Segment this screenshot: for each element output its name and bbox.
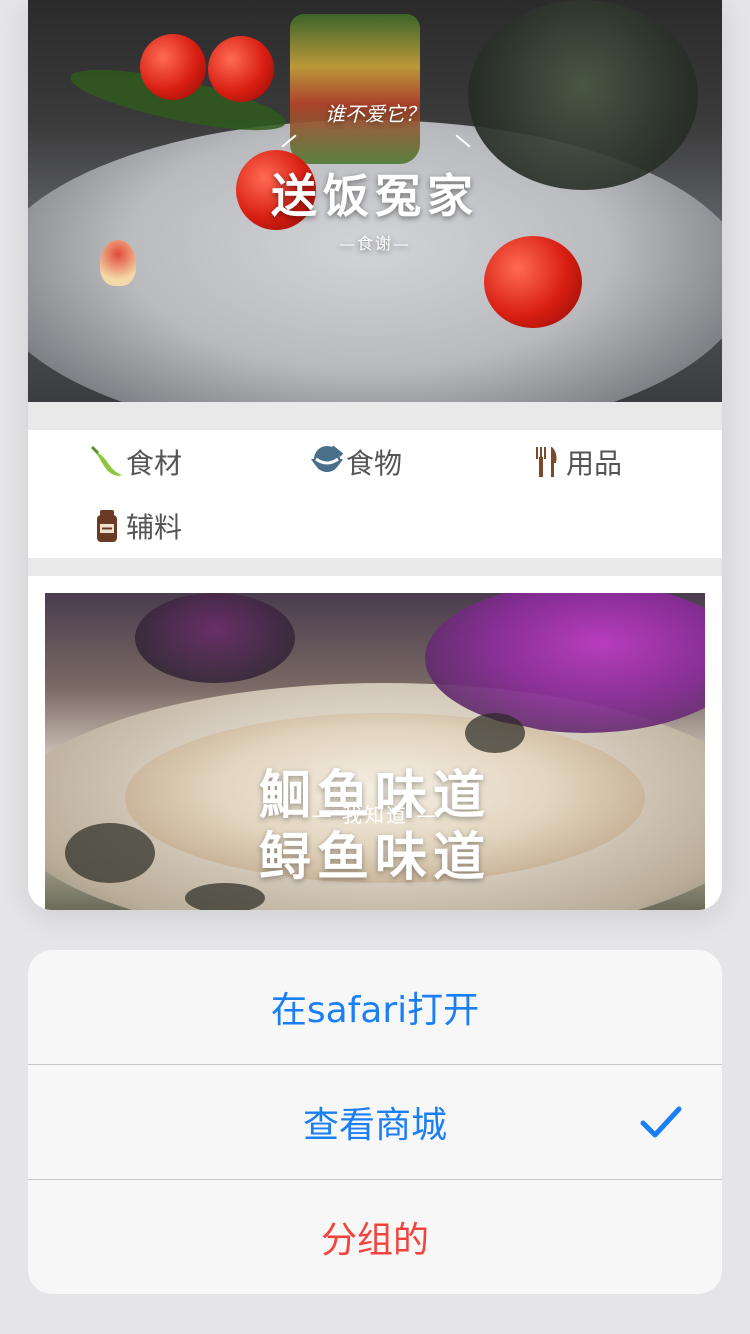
category-label: 用品 <box>566 447 623 480</box>
food-banner-image[interactable]: 鮰鱼味道 — 我知道 — 鲟鱼味道 <box>45 593 705 910</box>
category-item-ingredients[interactable]: 食材 <box>90 440 182 484</box>
hero-title: 送饭冤家 <box>271 169 479 223</box>
view-mall-button[interactable]: 查看商城 <box>28 1065 722 1179</box>
bowl-icon <box>310 445 344 479</box>
category-label: 辅料 <box>126 511 183 544</box>
hero-subtitle: —食谢— <box>338 234 411 253</box>
view-mall-label: 查看商城 <box>302 1105 447 1146</box>
checkmark-icon <box>640 1105 682 1139</box>
open-in-safari-button[interactable]: 在safari打开 <box>28 950 722 1064</box>
category-label: 食物 <box>346 447 403 480</box>
link-preview-card[interactable]: 谁不爱它？ 送饭冤家 —食谢— 食材 食物 用品 辅料 鮰鱼味道 — 我知道 —… <box>28 0 722 910</box>
food-banner-title-line2: 鲟鱼味道 <box>258 828 491 888</box>
category-item-supplies[interactable]: 用品 <box>530 440 622 484</box>
category-label: 食材 <box>126 447 183 480</box>
category-bar: 食材 食物 用品 辅料 <box>28 430 722 558</box>
category-item-food[interactable]: 食物 <box>310 440 402 484</box>
hero-tagline: 谁不爱它？ <box>325 102 425 126</box>
divider <box>28 558 722 576</box>
divider <box>28 402 722 430</box>
action-sheet: 在safari打开 查看商城 分组的 <box>28 950 722 1294</box>
category-item-seasoning[interactable]: 辅料 <box>90 504 182 548</box>
hero-banner-image: 谁不爱它？ 送饭冤家 —食谢— <box>28 0 722 402</box>
grouped-button[interactable]: 分组的 <box>28 1180 722 1294</box>
utensils-icon <box>530 445 564 479</box>
jar-icon <box>90 509 124 543</box>
pepper-icon <box>90 445 124 479</box>
